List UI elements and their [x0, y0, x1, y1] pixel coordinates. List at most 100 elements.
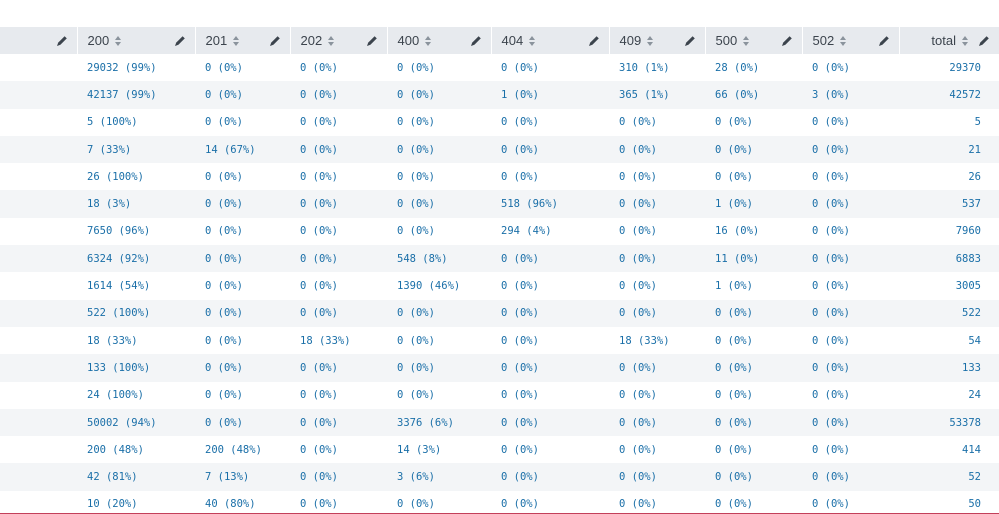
table-cell[interactable]: 0 (0%)	[802, 408, 899, 437]
table-cell[interactable]: 18 (33%)	[609, 327, 705, 354]
column-header[interactable]: 201	[195, 27, 291, 54]
table-cell[interactable]: 0 (0%)	[705, 299, 802, 327]
pencil-icon[interactable]	[470, 35, 482, 47]
table-cell[interactable]: 0 (0%)	[491, 354, 609, 382]
table-cell[interactable]: 0 (0%)	[802, 245, 899, 273]
table-cell[interactable]: 0 (0%)	[195, 163, 290, 190]
pencil-icon[interactable]	[588, 35, 600, 47]
table-cell[interactable]: 0 (0%)	[802, 491, 899, 513]
table-cell[interactable]: 0 (0%)	[195, 408, 290, 437]
table-cell[interactable]: 310 (1%)	[609, 54, 705, 81]
sort-icon[interactable]	[115, 35, 122, 46]
table-cell[interactable]: 0 (0%)	[387, 382, 491, 409]
table-cell[interactable]: 0 (0%)	[387, 54, 491, 81]
table-cell[interactable]: 0 (0%)	[609, 109, 705, 136]
table-cell[interactable]: 0 (0%)	[609, 408, 705, 437]
table-cell[interactable]: 0 (0%)	[195, 327, 290, 354]
table-cell[interactable]: 7 (13%)	[195, 463, 290, 491]
table-cell[interactable]: 0 (0%)	[290, 245, 387, 273]
table-cell[interactable]: 0 (0%)	[609, 354, 705, 382]
table-cell[interactable]: 42 (81%)	[77, 463, 195, 491]
table-cell[interactable]: 10 (20%)	[77, 491, 195, 513]
table-cell[interactable]: 0 (0%)	[195, 109, 290, 136]
table-cell[interactable]: 1 (0%)	[491, 81, 609, 109]
table-cell[interactable]: 0 (0%)	[387, 327, 491, 354]
table-cell[interactable]: 0 (0%)	[195, 382, 290, 409]
table-cell[interactable]: 40 (80%)	[195, 491, 290, 513]
table-cell[interactable]: 1 (0%)	[705, 272, 802, 299]
table-cell[interactable]: 66 (0%)	[705, 81, 802, 109]
table-cell[interactable]: 0 (0%)	[705, 109, 802, 136]
column-header[interactable]: 500	[705, 27, 803, 54]
table-cell[interactable]: 0 (0%)	[290, 218, 387, 245]
table-cell[interactable]: 0 (0%)	[705, 436, 802, 463]
table-cell[interactable]: 18 (33%)	[290, 327, 387, 354]
table-cell[interactable]: 0 (0%)	[290, 491, 387, 513]
table-cell[interactable]: 7 (33%)	[77, 135, 195, 164]
table-cell[interactable]: 0 (0%)	[802, 190, 899, 218]
column-header[interactable]: 200	[77, 27, 196, 54]
table-cell[interactable]: 0 (0%)	[609, 218, 705, 245]
table-cell[interactable]: 0 (0%)	[802, 218, 899, 245]
table-cell[interactable]: 0 (0%)	[290, 81, 387, 109]
table-cell[interactable]: 11 (0%)	[705, 245, 802, 273]
table-cell[interactable]: 7650 (96%)	[77, 218, 195, 245]
table-cell[interactable]: 0 (0%)	[705, 382, 802, 409]
table-cell[interactable]: 0 (0%)	[609, 272, 705, 299]
table-cell[interactable]: 0 (0%)	[290, 163, 387, 190]
table-cell[interactable]: 0 (0%)	[195, 299, 290, 327]
table-cell[interactable]: 200 (48%)	[77, 436, 195, 463]
table-cell[interactable]: 42572	[899, 81, 999, 109]
table-cell[interactable]: 0 (0%)	[290, 299, 387, 327]
table-cell[interactable]: 5 (100%)	[77, 109, 195, 136]
table-cell[interactable]: 26 (100%)	[77, 163, 195, 190]
pencil-icon[interactable]	[366, 35, 378, 47]
table-cell[interactable]: 0 (0%)	[290, 135, 387, 164]
table-cell[interactable]: 1614 (54%)	[77, 272, 195, 299]
table-cell[interactable]: 0 (0%)	[195, 190, 290, 218]
table-cell[interactable]: 0 (0%)	[290, 382, 387, 409]
table-cell[interactable]: 0 (0%)	[491, 382, 609, 409]
table-cell[interactable]: 0 (0%)	[802, 109, 899, 136]
table-cell[interactable]: 0 (0%)	[802, 436, 899, 463]
table-cell[interactable]: 29032 (99%)	[77, 54, 195, 81]
table-cell[interactable]: 0 (0%)	[705, 354, 802, 382]
table-cell[interactable]: 0 (0%)	[491, 491, 609, 513]
table-cell[interactable]: 0 (0%)	[195, 272, 290, 299]
column-header[interactable]: 409	[609, 27, 706, 54]
sort-icon[interactable]	[328, 35, 335, 46]
table-cell[interactable]: 0 (0%)	[802, 135, 899, 164]
table-cell[interactable]: 0 (0%)	[802, 382, 899, 409]
table-cell[interactable]: 133 (100%)	[77, 354, 195, 382]
table-cell[interactable]: 29370	[899, 54, 999, 81]
table-cell[interactable]: 0 (0%)	[705, 463, 802, 491]
sort-icon[interactable]	[647, 35, 654, 46]
table-cell[interactable]: 294 (4%)	[491, 218, 609, 245]
table-cell[interactable]: 0 (0%)	[705, 135, 802, 164]
column-header-first[interactable]	[0, 27, 78, 54]
table-cell[interactable]: 42137 (99%)	[77, 81, 195, 109]
table-cell[interactable]: 0 (0%)	[290, 354, 387, 382]
sort-icon[interactable]	[425, 35, 432, 46]
table-cell[interactable]: 0 (0%)	[609, 436, 705, 463]
table-cell[interactable]: 0 (0%)	[491, 163, 609, 190]
table-cell[interactable]: 6324 (92%)	[77, 245, 195, 273]
table-cell[interactable]: 200 (48%)	[195, 436, 290, 463]
table-cell[interactable]: 0 (0%)	[802, 54, 899, 81]
table-cell[interactable]: 14 (67%)	[195, 135, 290, 164]
table-cell[interactable]: 414	[899, 436, 999, 463]
column-header[interactable]: 202	[290, 27, 388, 54]
table-cell[interactable]: 0 (0%)	[290, 54, 387, 81]
table-cell[interactable]: 0 (0%)	[387, 81, 491, 109]
column-header[interactable]: total	[899, 27, 999, 54]
table-cell[interactable]: 0 (0%)	[290, 272, 387, 299]
table-cell[interactable]: 0 (0%)	[387, 163, 491, 190]
table-cell[interactable]: 0 (0%)	[491, 135, 609, 164]
table-cell[interactable]: 522 (100%)	[77, 299, 195, 327]
table-cell[interactable]: 3 (0%)	[802, 81, 899, 109]
table-cell[interactable]: 0 (0%)	[387, 190, 491, 218]
table-cell[interactable]: 0 (0%)	[609, 245, 705, 273]
table-cell[interactable]: 0 (0%)	[609, 190, 705, 218]
table-cell[interactable]: 5	[899, 109, 999, 136]
table-cell[interactable]: 1 (0%)	[705, 190, 802, 218]
